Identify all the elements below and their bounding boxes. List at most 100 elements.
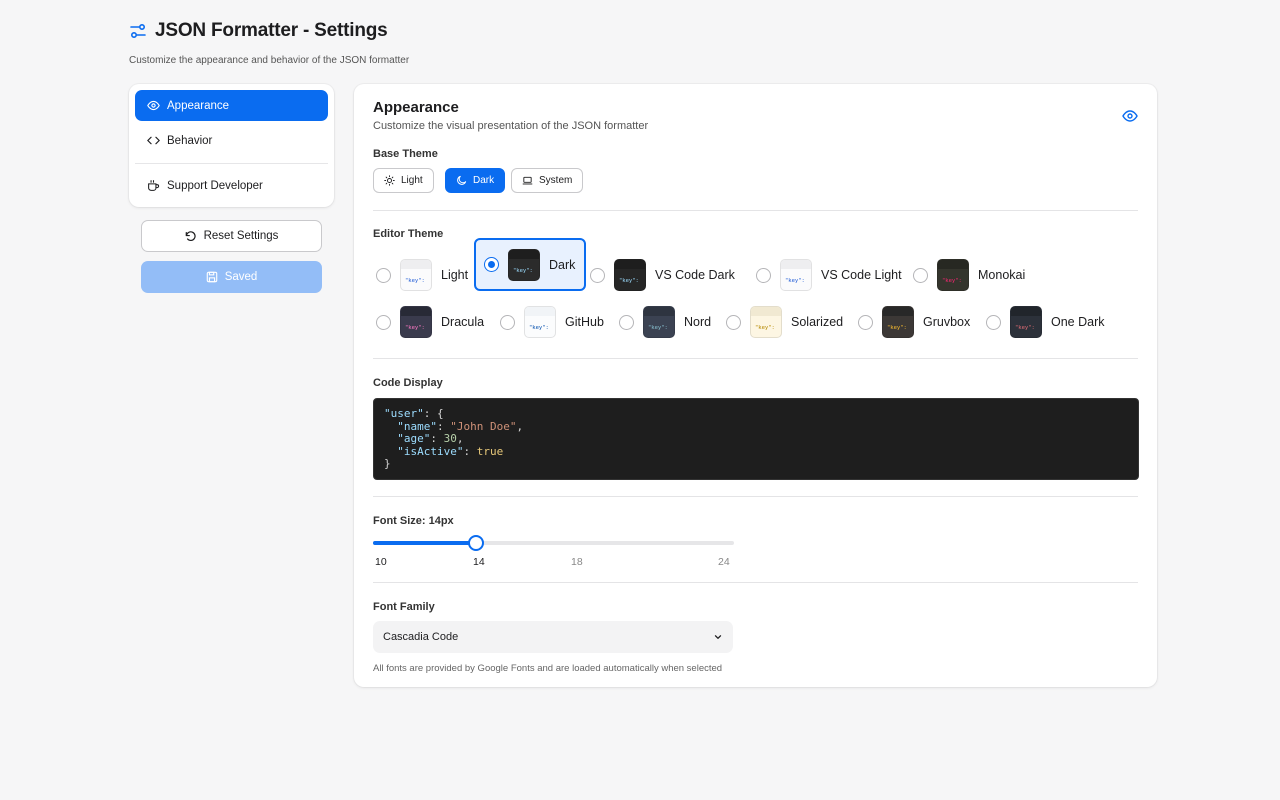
editor-theme-option[interactable]: "key": GitHub bbox=[500, 305, 604, 339]
base-theme-label: Base Theme bbox=[373, 148, 438, 160]
chevron-down-icon bbox=[714, 635, 722, 639]
sidebar-item-behavior[interactable]: Behavior bbox=[135, 125, 328, 156]
font-size-slider[interactable] bbox=[373, 535, 734, 551]
sidebar-item-label: Behavior bbox=[167, 134, 213, 147]
sidebar-item-label: Support Developer bbox=[167, 179, 263, 192]
swatch-bar bbox=[883, 307, 913, 316]
sidebar-item-support[interactable]: Support Developer bbox=[135, 170, 328, 201]
slider-tick: 14 bbox=[473, 556, 485, 568]
editor-theme-option-label: Solarized bbox=[791, 315, 844, 329]
slider-tick: 24 bbox=[718, 556, 730, 568]
slider-fill bbox=[373, 541, 476, 545]
code-token: "user" bbox=[384, 407, 424, 420]
reset-settings-button[interactable]: Reset Settings bbox=[141, 220, 322, 252]
sidebar-item-appearance[interactable]: Appearance bbox=[135, 90, 328, 121]
editor-theme-option-label: Light bbox=[441, 268, 469, 282]
radio-button[interactable] bbox=[376, 314, 391, 330]
radio-button[interactable] bbox=[619, 314, 634, 330]
editor-theme-option[interactable]: "key": Gruvbox bbox=[858, 305, 970, 339]
editor-theme-option-label: Dark bbox=[549, 257, 576, 272]
radio-button[interactable] bbox=[858, 314, 873, 330]
editor-theme-option-label: One Dark bbox=[1051, 315, 1105, 329]
eye-icon bbox=[147, 100, 160, 111]
editor-theme-option-label: Dracula bbox=[441, 315, 485, 329]
slider-tick: 18 bbox=[571, 556, 583, 568]
editor-theme-option[interactable]: "key": One Dark bbox=[986, 305, 1105, 339]
page-title: JSON Formatter - Settings bbox=[155, 20, 388, 41]
swatch-key: "key": bbox=[513, 267, 533, 274]
font-family-select[interactable]: Cascadia Code bbox=[373, 621, 733, 653]
editor-theme-option[interactable]: "key": Monokai bbox=[913, 258, 1025, 292]
save-icon bbox=[206, 271, 217, 283]
code-token: true bbox=[476, 444, 504, 458]
font-family-hint: All fonts are provided by Google Fonts a… bbox=[373, 663, 723, 674]
panel-description: Customize the visual presentation of the… bbox=[373, 120, 649, 132]
theme-swatch: "key": bbox=[643, 306, 675, 338]
theme-swatch: "key": bbox=[400, 259, 432, 291]
sliders-icon bbox=[130, 23, 146, 39]
editor-theme-option-label: VS Code Light bbox=[821, 268, 902, 282]
editor-theme-option-label: Nord bbox=[684, 315, 712, 329]
slider-thumb[interactable] bbox=[468, 535, 484, 551]
theme-swatch: "key": bbox=[750, 306, 782, 338]
base-theme-light-label: Light bbox=[401, 175, 423, 186]
editor-theme-option[interactable]: "key": Dracula bbox=[376, 305, 484, 339]
editor-theme-option[interactable]: "key": Solarized bbox=[726, 305, 843, 339]
code-token: "John Doe" bbox=[450, 419, 517, 433]
moon-icon bbox=[457, 175, 467, 185]
code-token: "name" bbox=[397, 419, 437, 433]
editor-theme-option[interactable]: "key": Dark bbox=[474, 238, 587, 291]
sidebar: Appearance Behavior Support Developer bbox=[129, 84, 334, 207]
editor-theme-option[interactable]: "key": VS Code Light bbox=[756, 258, 902, 292]
editor-theme-label: Editor Theme bbox=[373, 228, 444, 240]
base-theme-dark-label: Dark bbox=[473, 175, 495, 186]
base-theme-light-button[interactable]: Light bbox=[373, 168, 434, 193]
radio-button[interactable] bbox=[484, 257, 499, 272]
swatch-bar bbox=[938, 260, 968, 269]
saved-button[interactable]: Saved bbox=[141, 261, 322, 293]
panel-title: Appearance bbox=[373, 99, 459, 116]
coffee-icon bbox=[148, 180, 160, 191]
sidebar-item-label: Appearance bbox=[167, 99, 230, 112]
radio-button[interactable] bbox=[590, 267, 605, 283]
swatch-key: "key": bbox=[755, 325, 775, 331]
swatch-key: "key": bbox=[942, 278, 962, 284]
section-divider bbox=[373, 496, 1138, 497]
code-preview: "user": { "name": "John Doe", "age": 30,… bbox=[373, 398, 1139, 480]
editor-theme-option-label: VS Code Dark bbox=[655, 268, 735, 282]
font-family-label: Font Family bbox=[373, 601, 435, 613]
swatch-bar bbox=[1011, 307, 1041, 316]
swatch-key: "key": bbox=[648, 325, 668, 331]
radio-button[interactable] bbox=[376, 267, 391, 283]
swatch-bar bbox=[781, 260, 811, 269]
theme-swatch: "key": bbox=[882, 306, 914, 338]
radio-button[interactable] bbox=[756, 267, 771, 283]
editor-theme-option[interactable]: "key": Nord bbox=[619, 305, 711, 339]
page-subtitle: Customize the appearance and behavior of… bbox=[129, 55, 410, 66]
base-theme-system-button[interactable]: System bbox=[511, 168, 584, 193]
theme-swatch: "key": bbox=[1010, 306, 1042, 338]
section-divider bbox=[373, 358, 1138, 359]
editor-theme-option[interactable]: "key": VS Code Dark bbox=[590, 258, 735, 292]
radio-button[interactable] bbox=[726, 314, 741, 330]
code-display-label: Code Display bbox=[373, 377, 443, 389]
font-size-label: Font Size: 14px bbox=[373, 515, 454, 527]
radio-button[interactable] bbox=[500, 314, 515, 330]
saved-label: Saved bbox=[224, 271, 258, 283]
swatch-bar bbox=[401, 307, 431, 316]
swatch-bar bbox=[644, 307, 674, 316]
editor-theme-option[interactable]: "key": Light bbox=[376, 258, 468, 292]
radio-button[interactable] bbox=[913, 267, 928, 283]
swatch-key: "key": bbox=[405, 278, 425, 284]
code-icon bbox=[147, 136, 160, 145]
swatch-key: "key": bbox=[619, 278, 639, 284]
base-theme-dark-button[interactable]: Dark bbox=[445, 168, 506, 193]
swatch-key: "key": bbox=[529, 325, 549, 331]
font-family-value: Cascadia Code bbox=[383, 631, 459, 643]
swatch-bar bbox=[509, 249, 539, 259]
swatch-key: "key": bbox=[785, 278, 805, 284]
swatch-key: "key": bbox=[1015, 325, 1035, 331]
radio-button[interactable] bbox=[986, 314, 1001, 330]
slider-tick: 10 bbox=[375, 556, 387, 568]
preview-eye-icon[interactable] bbox=[1122, 108, 1138, 124]
